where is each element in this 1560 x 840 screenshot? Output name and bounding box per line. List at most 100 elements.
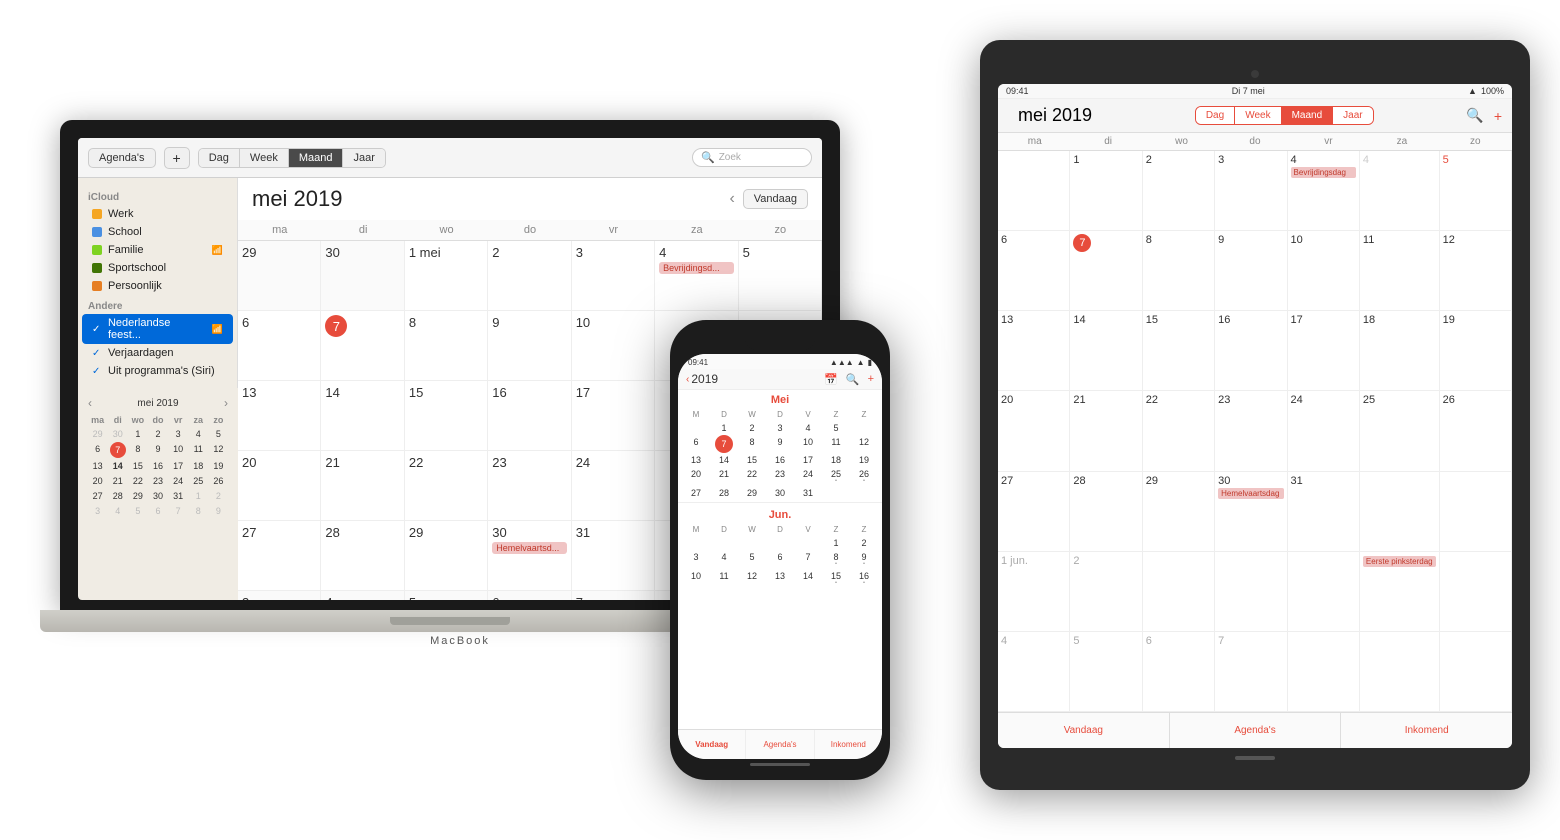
mini-day[interactable]: 15 bbox=[128, 459, 147, 473]
iphone-day[interactable]: 28 bbox=[710, 486, 738, 500]
iphone-day[interactable]: 31 bbox=[794, 486, 822, 500]
ipad-cell[interactable]: 4 bbox=[1360, 151, 1440, 231]
mini-day[interactable]: 6 bbox=[148, 504, 167, 518]
ipad-vandaag-btn[interactable]: Vandaag bbox=[998, 713, 1170, 748]
iphone-day[interactable]: 12 bbox=[850, 435, 878, 453]
mini-day[interactable]: 27 bbox=[88, 489, 107, 503]
iphone-day[interactable]: 25 bbox=[822, 467, 850, 486]
ipad-cell[interactable]: 14 bbox=[1070, 311, 1142, 391]
iphone-day[interactable]: 26 bbox=[850, 467, 878, 486]
mini-day[interactable]: 19 bbox=[209, 459, 228, 473]
iphone-day[interactable]: 21 bbox=[710, 467, 738, 486]
cal-cell[interactable]: 8 bbox=[405, 311, 488, 381]
cal-cell[interactable]: 20 bbox=[238, 451, 321, 521]
ipad-cell[interactable]: 23 bbox=[1215, 391, 1287, 471]
cal-cell[interactable]: 27 bbox=[238, 521, 321, 591]
cal-cell[interactable]: 5 bbox=[739, 241, 822, 311]
ipad-cell[interactable]: 6 bbox=[998, 231, 1070, 311]
mini-day[interactable]: 29 bbox=[128, 489, 147, 503]
ipad-cell[interactable]: 15 bbox=[1143, 311, 1215, 391]
maand-btn[interactable]: Maand bbox=[289, 149, 344, 167]
sidebar-verjaardagen[interactable]: ✓ Verjaardagen bbox=[82, 344, 233, 362]
sidebar-school[interactable]: School bbox=[82, 223, 233, 241]
iphone-jun-day[interactable] bbox=[766, 536, 794, 550]
mini-day[interactable]: 4 bbox=[189, 427, 208, 441]
ipad-cell[interactable]: 30 Hemelvaartsdag bbox=[1215, 472, 1287, 552]
ipad-cell-today[interactable]: 7 bbox=[1070, 231, 1142, 311]
iphone-day[interactable]: 20 bbox=[682, 467, 710, 486]
hemelvaartsdag-event[interactable]: Hemelvaartsd... bbox=[492, 542, 566, 554]
ipad-add-icon[interactable]: + bbox=[1494, 108, 1502, 124]
cal-cell[interactable]: 31 bbox=[572, 521, 655, 591]
iphone-day[interactable]: 4 bbox=[794, 421, 822, 435]
mini-day[interactable]: 14 bbox=[108, 459, 127, 473]
iphone-day[interactable] bbox=[822, 486, 850, 500]
ipad-cell[interactable]: 1 jun. bbox=[998, 552, 1070, 632]
ipad-cell[interactable]: 2 bbox=[1070, 552, 1142, 632]
mini-day[interactable]: 18 bbox=[189, 459, 208, 473]
cal-cell[interactable]: 24 bbox=[572, 451, 655, 521]
cal-cell[interactable]: 30 bbox=[321, 241, 404, 311]
ipad-cell[interactable]: 16 bbox=[1215, 311, 1287, 391]
mini-day[interactable]: 30 bbox=[148, 489, 167, 503]
ipad-cell[interactable]: 18 bbox=[1360, 311, 1440, 391]
ipad-maand-btn[interactable]: Maand bbox=[1282, 107, 1334, 124]
iphone-day[interactable]: 2 bbox=[738, 421, 766, 435]
ipad-cell[interactable]: 10 bbox=[1288, 231, 1360, 311]
cal-cell[interactable]: 7 bbox=[572, 591, 655, 600]
iphone-jun-day[interactable]: 2 bbox=[850, 536, 878, 550]
jaar-btn[interactable]: Jaar bbox=[343, 149, 384, 167]
iphone-jun-day[interactable] bbox=[794, 536, 822, 550]
mini-day[interactable]: 5 bbox=[209, 427, 228, 441]
iphone-jun-day[interactable]: 4 bbox=[710, 550, 738, 569]
prev-month-btn[interactable]: ‹ bbox=[729, 190, 734, 208]
ipad-cell[interactable]: 31 bbox=[1288, 472, 1360, 552]
ipad-cell[interactable] bbox=[1143, 552, 1215, 632]
ipad-pinksterdag[interactable]: Eerste pinksterdag bbox=[1363, 556, 1436, 567]
ipad-cell[interactable]: 1 bbox=[1070, 151, 1142, 231]
ipad-cell[interactable]: 29 bbox=[1143, 472, 1215, 552]
cal-cell[interactable]: 2 bbox=[488, 241, 571, 311]
iphone-day[interactable]: 27 bbox=[682, 486, 710, 500]
cal-cell[interactable]: 29 bbox=[238, 241, 321, 311]
vandaag-btn[interactable]: Vandaag bbox=[743, 189, 808, 209]
iphone-day[interactable]: 29 bbox=[738, 486, 766, 500]
ipad-inkomend-btn[interactable]: Inkomend bbox=[1341, 713, 1512, 748]
ipad-cell[interactable]: 26 bbox=[1440, 391, 1512, 471]
cal-cell[interactable]: 3 bbox=[572, 241, 655, 311]
week-btn[interactable]: Week bbox=[240, 149, 289, 167]
iphone-add-icon[interactable]: + bbox=[868, 373, 874, 386]
mini-day[interactable]: 22 bbox=[128, 474, 147, 488]
ipad-search-icon[interactable]: 🔍 bbox=[1466, 107, 1483, 124]
ipad-cell[interactable] bbox=[1360, 472, 1440, 552]
iphone-day[interactable]: 30 bbox=[766, 486, 794, 500]
iphone-day[interactable]: 14 bbox=[710, 453, 738, 467]
ipad-cell[interactable]: 19 bbox=[1440, 311, 1512, 391]
iphone-jun-day[interactable]: 16 bbox=[850, 569, 878, 588]
mini-day[interactable]: 8 bbox=[189, 504, 208, 518]
cal-cell[interactable]: 17 bbox=[572, 381, 655, 451]
mini-next-btn[interactable]: › bbox=[224, 396, 228, 410]
ipad-cell[interactable]: 5 bbox=[1440, 151, 1512, 231]
mini-day[interactable]: 1 bbox=[128, 427, 147, 441]
ipad-bevrijdingsdag[interactable]: Bevrijdingsdag bbox=[1291, 167, 1356, 178]
iphone-jun-day[interactable] bbox=[710, 536, 738, 550]
mini-day[interactable]: 26 bbox=[209, 474, 228, 488]
mini-day[interactable]: 9 bbox=[209, 504, 228, 518]
iphone-today[interactable]: 7 bbox=[715, 435, 733, 453]
mini-day[interactable]: 6 bbox=[88, 442, 107, 458]
cal-cell[interactable]: 6 bbox=[238, 311, 321, 381]
iphone-jun-day[interactable]: 3 bbox=[682, 550, 710, 569]
mini-day[interactable]: 4 bbox=[108, 504, 127, 518]
iphone-day[interactable]: 15 bbox=[738, 453, 766, 467]
mini-day[interactable]: 2 bbox=[148, 427, 167, 441]
iphone-jun-day[interactable]: 14 bbox=[794, 569, 822, 588]
iphone-day[interactable] bbox=[850, 486, 878, 500]
mini-day[interactable]: 3 bbox=[169, 427, 188, 441]
sidebar-siri[interactable]: ✓ Uit programma's (Siri) bbox=[82, 362, 233, 380]
mini-day[interactable]: 31 bbox=[169, 489, 188, 503]
cal-cell[interactable]: 1 mei bbox=[405, 241, 488, 311]
sidebar-nederlandse-feest[interactable]: ✓ Nederlandse feest... 📶 bbox=[82, 314, 233, 344]
iphone-jun-day[interactable] bbox=[682, 536, 710, 550]
ipad-cell[interactable]: 4 Bevrijdingsdag bbox=[1288, 151, 1360, 231]
